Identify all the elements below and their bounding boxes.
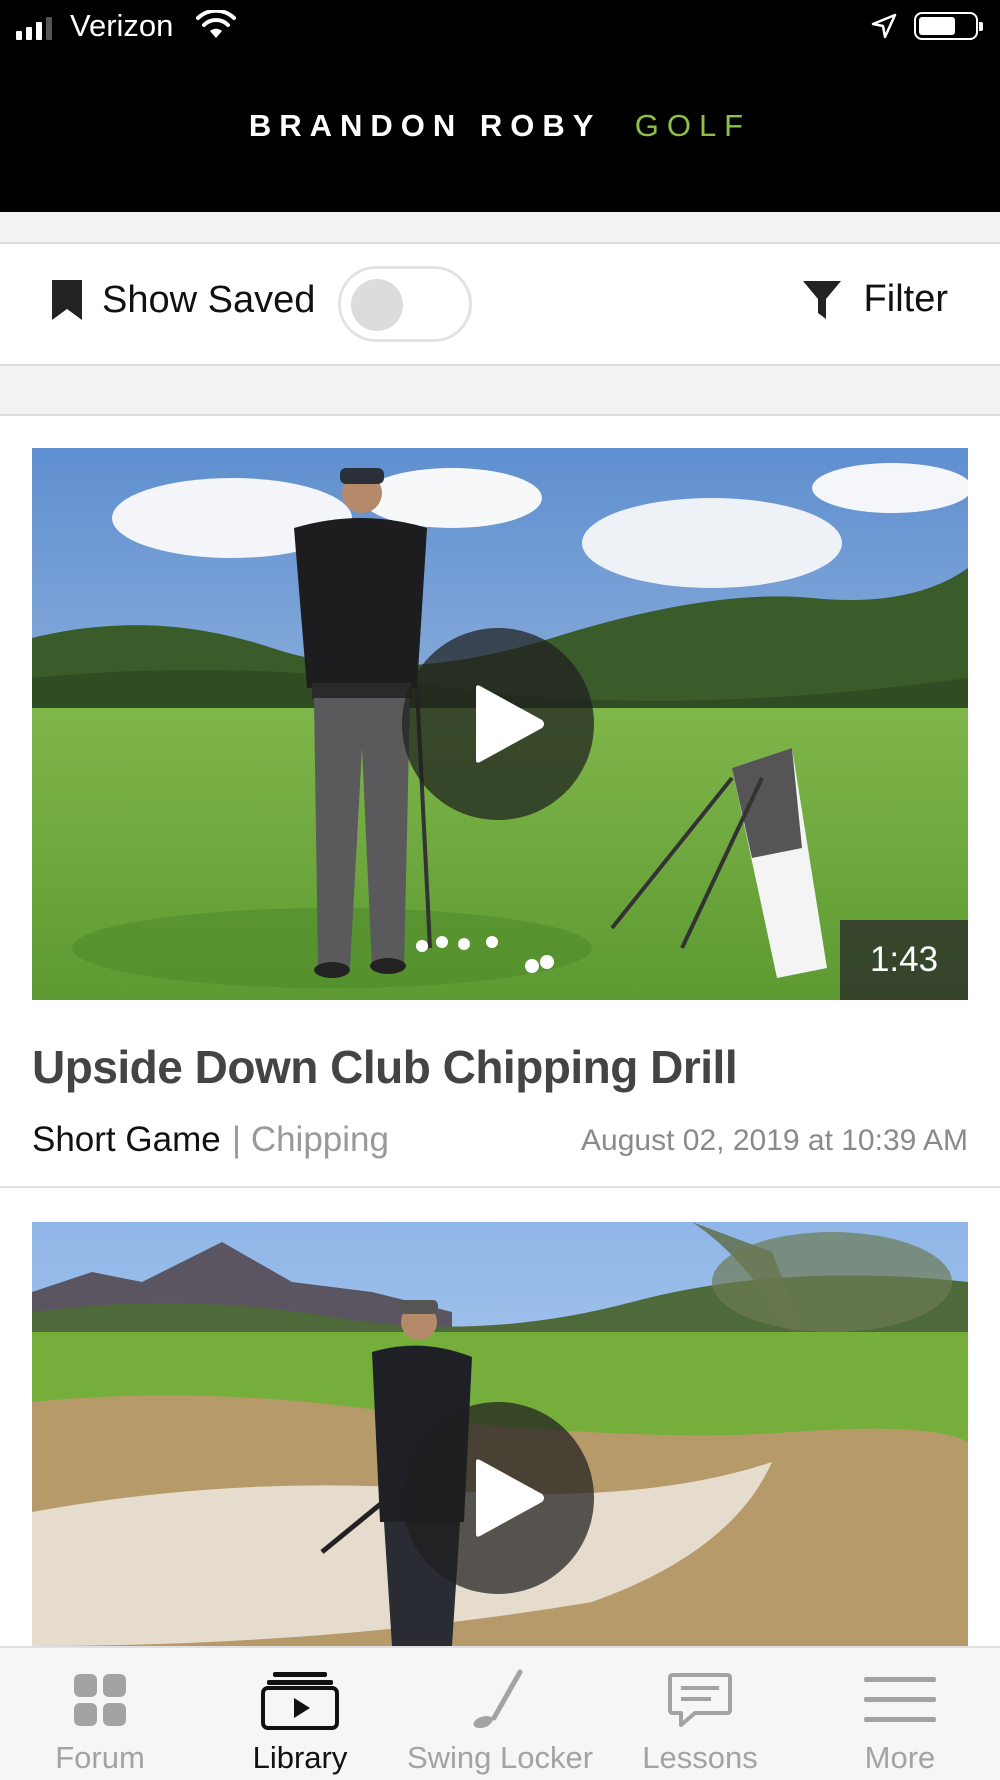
chat-bubble-icon [668, 1673, 732, 1727]
bottom-tab-bar: Forum Library Swing Locker Lessons More [0, 1646, 1000, 1780]
tab-label: More [864, 1740, 936, 1775]
show-saved-control: Show Saved [50, 278, 315, 322]
video-title[interactable]: Upside Down Club Chipping Drill [32, 1040, 738, 1094]
video-subcategory[interactable]: | Chipping [232, 1120, 389, 1160]
status-bar: Verizon [0, 0, 1000, 56]
tab-library[interactable]: Library [200, 1648, 400, 1780]
video-thumbnail[interactable] [32, 1222, 968, 1646]
tab-label: Swing Locker [406, 1740, 594, 1775]
video-date: August 02, 2019 at 10:39 AM [581, 1124, 968, 1157]
menu-icon [864, 1677, 936, 1722]
carrier-name: Verizon [70, 8, 174, 43]
toggle-knob [351, 279, 403, 331]
play-button[interactable] [402, 1402, 594, 1594]
play-button[interactable] [402, 628, 594, 820]
video-meta: Short Game | Chipping August 02, 2019 at… [32, 1120, 968, 1164]
library-toolbar: Show Saved Filter [0, 244, 1000, 364]
golf-club-icon [473, 1669, 523, 1728]
grid-icon [74, 1674, 126, 1726]
tab-label: Lessons [642, 1740, 758, 1775]
video-thumbnail[interactable]: 1:43 [32, 448, 968, 1000]
tab-swing-locker[interactable]: Swing Locker [400, 1648, 600, 1780]
brand-logo: BRANDON ROBY GOLF [248, 108, 752, 143]
library-play-icon [261, 1672, 339, 1730]
card-divider [0, 1186, 1000, 1188]
video-category[interactable]: Short Game [32, 1120, 221, 1160]
show-saved-label: Show Saved [102, 278, 316, 321]
filter-label: Filter [863, 278, 948, 320]
video-duration: 1:43 [840, 920, 968, 1000]
signal-icon [16, 16, 52, 40]
bookmark-icon [52, 280, 82, 320]
play-icon [476, 685, 544, 763]
tab-lessons[interactable]: Lessons [600, 1648, 800, 1780]
location-arrow-icon [871, 13, 897, 39]
filter-button[interactable]: Filter [802, 278, 948, 321]
toolbar-divider [0, 364, 1000, 416]
tab-forum[interactable]: Forum [0, 1648, 200, 1780]
tab-more[interactable]: More [800, 1648, 1000, 1780]
header-divider [0, 212, 1000, 244]
show-saved-toggle[interactable] [338, 266, 472, 342]
tab-label: Library [252, 1740, 348, 1775]
filter-funnel-icon [802, 280, 841, 319]
tab-label: Forum [55, 1740, 145, 1775]
wifi-icon [196, 10, 236, 38]
battery-icon [914, 12, 983, 40]
play-icon [476, 1459, 544, 1537]
app-header: Verizon BRANDON ROBY GOLF [0, 0, 1000, 212]
